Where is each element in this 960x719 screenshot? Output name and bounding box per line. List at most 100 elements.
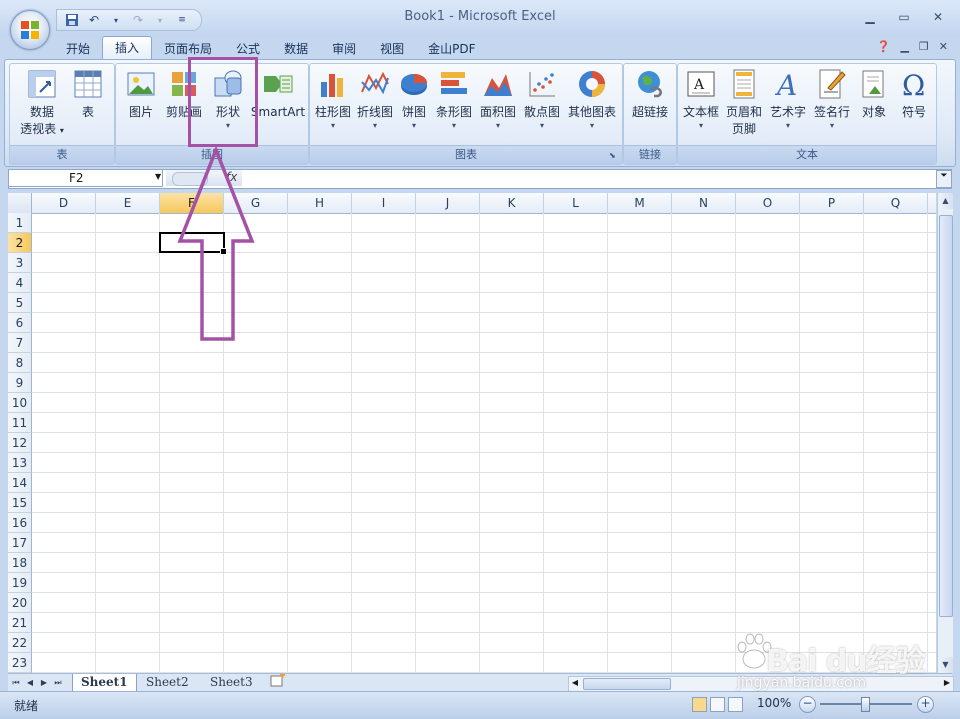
other-charts-button[interactable]: 其他图表 ▾ [564, 66, 620, 144]
smartart-button[interactable]: SmartArt [250, 66, 306, 144]
line-chart-button[interactable]: 折线图 ▾ [354, 66, 396, 144]
tab-formulas[interactable]: 公式 [224, 38, 272, 60]
save-icon[interactable] [63, 11, 81, 29]
hyperlink-button[interactable]: 超链接 [626, 66, 674, 144]
row-header-18[interactable]: 18 [8, 553, 32, 573]
row-header-3[interactable]: 3 [8, 253, 32, 273]
row-header-12[interactable]: 12 [8, 433, 32, 453]
horizontal-scroll-thumb[interactable] [583, 678, 671, 690]
textbox-button[interactable]: A 文本框 ▾ [680, 66, 722, 144]
office-button[interactable] [10, 10, 50, 50]
row-header-22[interactable]: 22 [8, 633, 32, 653]
minimize-icon[interactable]: ▁ [856, 8, 884, 26]
clipart-button[interactable]: 剪贴画 [162, 66, 206, 144]
charts-dialog-launcher-icon[interactable]: ⬊ [609, 151, 619, 161]
column-header-h[interactable]: H [288, 193, 352, 213]
page-layout-view-icon[interactable] [710, 697, 725, 712]
tab-review[interactable]: 审阅 [320, 38, 368, 60]
workbook-minimize-icon[interactable]: ▁ [900, 40, 908, 53]
row-header-20[interactable]: 20 [8, 593, 32, 613]
select-all-corner[interactable] [8, 193, 32, 213]
insert-sheet-icon[interactable] [266, 673, 290, 691]
workbook-close-icon[interactable]: ✕ [939, 40, 948, 53]
sheet-tab-sheet1[interactable]: Sheet1 [72, 674, 137, 692]
customize-qat-icon[interactable]: ≡ [173, 11, 191, 29]
column-header-o[interactable]: O [736, 193, 800, 213]
signature-line-button[interactable]: 签名行 ▾ [810, 66, 854, 144]
picture-button[interactable]: 图片 [120, 66, 162, 144]
row-header-7[interactable]: 7 [8, 333, 32, 353]
scroll-up-icon[interactable]: ▲ [938, 193, 953, 209]
column-header-q[interactable]: Q [864, 193, 928, 213]
zoom-level[interactable]: 100% [757, 696, 791, 710]
row-header-8[interactable]: 8 [8, 353, 32, 373]
column-header-e[interactable]: E [96, 193, 160, 213]
help-icon[interactable]: ❓ [877, 40, 891, 53]
symbol-button[interactable]: Ω 符号 [894, 66, 934, 144]
column-header-k[interactable]: K [480, 193, 544, 213]
insert-function-icon[interactable]: fx [226, 170, 237, 184]
row-header-21[interactable]: 21 [8, 613, 32, 633]
formula-divider-handle[interactable] [172, 172, 208, 186]
column-header-m[interactable]: M [608, 193, 672, 213]
zoom-slider-thumb[interactable] [861, 697, 870, 712]
expand-formula-bar-icon[interactable]: ⏷ [936, 170, 952, 188]
page-break-view-icon[interactable] [728, 697, 743, 712]
row-header-9[interactable]: 9 [8, 373, 32, 393]
fill-handle[interactable] [220, 248, 227, 255]
row-header-16[interactable]: 16 [8, 513, 32, 533]
row-header-23[interactable]: 23 [8, 653, 32, 673]
tab-view[interactable]: 视图 [368, 38, 416, 60]
name-box-dropdown-icon[interactable]: ▼ [155, 172, 161, 181]
scroll-down-icon[interactable]: ▼ [938, 657, 953, 673]
bar-chart-button[interactable]: 条形图 ▾ [432, 66, 476, 144]
column-chart-button[interactable]: 柱形图 ▾ [312, 66, 354, 144]
column-header-l[interactable]: L [544, 193, 608, 213]
zoom-out-icon[interactable]: − [799, 696, 816, 713]
column-header-n[interactable]: N [672, 193, 736, 213]
workbook-restore-icon[interactable]: ❐ [919, 40, 929, 53]
row-header-11[interactable]: 11 [8, 413, 32, 433]
next-sheet-icon[interactable]: ▶ [38, 676, 50, 690]
maximize-icon[interactable]: ▭ [890, 8, 918, 26]
row-header-17[interactable]: 17 [8, 533, 32, 553]
worksheet-grid[interactable]: DEFGHIJKLMNOPQ 1 2 3 4 5 6 7 8 9 10 11 12 13 14 15 16 17… [8, 193, 936, 673]
active-cell-f2[interactable] [159, 232, 227, 255]
column-header-g[interactable]: G [224, 193, 288, 213]
redo-dropdown-icon[interactable]: ▾ [151, 11, 169, 29]
row-header-4[interactable]: 4 [8, 273, 32, 293]
undo-icon[interactable]: ↶ [85, 11, 103, 29]
tab-page-layout[interactable]: 页面布局 [152, 38, 224, 60]
table-button[interactable]: 表 [68, 66, 108, 144]
row-header-19[interactable]: 19 [8, 573, 32, 593]
row-header-2[interactable]: 2 [8, 233, 32, 253]
scroll-right-icon[interactable]: ▶ [941, 677, 953, 689]
sheet-tab-sheet2[interactable]: Sheet2 [138, 674, 197, 691]
name-box[interactable]: F2 ▼ [8, 169, 163, 187]
column-header-i[interactable]: I [352, 193, 416, 213]
row-header-5[interactable]: 5 [8, 293, 32, 313]
header-footer-button[interactable]: 页眉和 页脚 [722, 66, 766, 144]
tab-home[interactable]: 开始 [54, 38, 102, 60]
shapes-button[interactable]: 形状 ▾ [206, 66, 250, 144]
row-header-15[interactable]: 15 [8, 493, 32, 513]
first-sheet-icon[interactable]: ⏮ [10, 676, 22, 690]
row-header-14[interactable]: 14 [8, 473, 32, 493]
zoom-in-icon[interactable]: + [917, 696, 934, 713]
undo-dropdown-icon[interactable]: ▾ [107, 11, 125, 29]
scroll-left-icon[interactable]: ◀ [569, 677, 581, 689]
row-header-13[interactable]: 13 [8, 453, 32, 473]
sheet-tab-sheet3[interactable]: Sheet3 [202, 674, 261, 691]
column-header-d[interactable]: D [32, 193, 96, 213]
close-icon[interactable]: ✕ [924, 8, 952, 26]
normal-view-icon[interactable] [692, 697, 707, 712]
wordart-button[interactable]: A 艺术字 ▾ [766, 66, 810, 144]
object-button[interactable]: 对象 [854, 66, 894, 144]
pivot-table-button[interactable]: 数据 透视表 ▾ [16, 66, 68, 144]
column-header-p[interactable]: P [800, 193, 864, 213]
column-header-f[interactable]: F [160, 193, 224, 213]
row-header-6[interactable]: 6 [8, 313, 32, 333]
tab-insert[interactable]: 插入 [102, 36, 153, 60]
vertical-scrollbar[interactable]: ▲ ▼ [937, 193, 953, 673]
area-chart-button[interactable]: 面积图 ▾ [476, 66, 520, 144]
